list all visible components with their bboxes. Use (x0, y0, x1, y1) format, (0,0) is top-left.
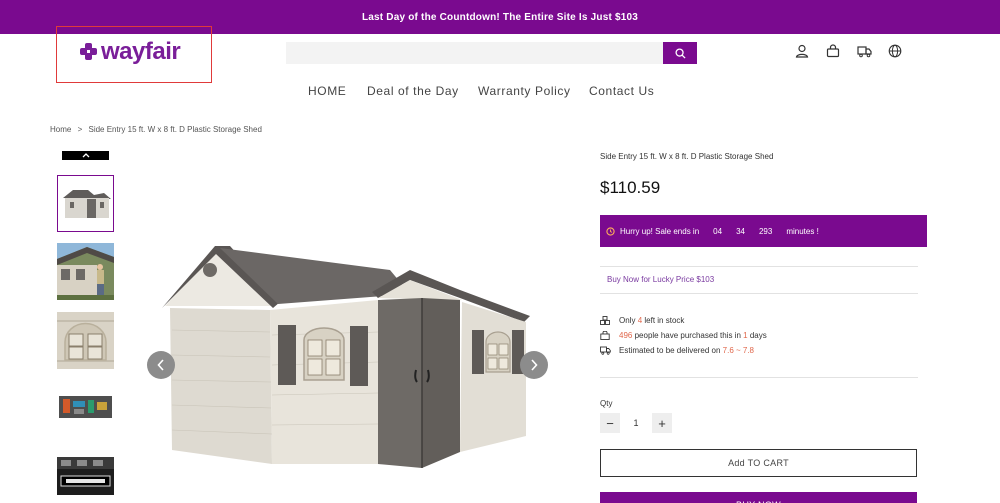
product-title: Side Entry 15 ft. W x 8 ft. D Plastic St… (600, 152, 774, 161)
gallery-next-button[interactable] (520, 351, 548, 379)
purchase-info: 496 people have purchased this in 1 days (600, 331, 767, 340)
basket-icon (600, 331, 610, 340)
quantity-label: Qty (600, 399, 613, 408)
sale-countdown: Hurry up! Sale ends in 04 34 293 minutes… (600, 215, 927, 247)
purchase-count: 496 (619, 331, 633, 340)
countdown-hours: 04 (713, 226, 723, 236)
truck-icon (856, 46, 872, 58)
boxes-icon (600, 316, 610, 325)
add-to-cart-button[interactable]: Add TO CART (600, 449, 917, 477)
shed-lifestyle-image (57, 243, 114, 300)
product-price: $110.59 (600, 178, 661, 197)
shopping-bag-icon (826, 44, 840, 58)
wayfair-logo-mark-icon (80, 43, 98, 61)
breadcrumb-current: Side Entry 15 ft. W x 8 ft. D Plastic St… (88, 125, 262, 134)
shed-window-image (57, 312, 114, 369)
thumbnails-up-button[interactable] (62, 151, 109, 160)
cart-button[interactable] (825, 43, 841, 59)
language-button[interactable] (887, 43, 903, 59)
main-product-image (162, 246, 530, 468)
stock-count: 4 (637, 316, 643, 325)
buy-now-button[interactable]: BUY NOW (600, 492, 917, 503)
quantity-value[interactable]: 1 (626, 418, 646, 428)
divider (600, 293, 918, 294)
purchase-days: 1 (743, 331, 748, 340)
lucky-price-text: Buy Now for Lucky Price $103 (607, 275, 715, 284)
thumbnail-shed-window[interactable] (57, 312, 114, 369)
nav-deal-of-the-day[interactable]: Deal of the Day (367, 84, 459, 98)
shed-tools-image (57, 378, 114, 435)
nav-home[interactable]: HOME (308, 84, 346, 98)
globe-icon (888, 44, 902, 58)
lifetime-brand-image (57, 446, 114, 503)
countdown-label: Hurry up! Sale ends in (620, 226, 700, 236)
thumbnail-shed-lifestyle[interactable] (57, 243, 114, 300)
order-tracking-button[interactable] (856, 43, 872, 59)
countdown-suffix: minutes ! (786, 226, 819, 236)
logo[interactable]: wayfair (80, 38, 181, 66)
thumbnail-shed-tools[interactable] (57, 378, 114, 435)
account-button[interactable] (794, 43, 810, 59)
chevron-right-icon (531, 359, 538, 371)
gallery-prev-button[interactable] (147, 351, 175, 379)
search-input[interactable] (286, 42, 664, 64)
countdown-minutes: 34 (736, 226, 745, 236)
announcement-text: Last Day of the Countdown! The Entire Si… (361, 11, 639, 23)
delivery-dates: 7.6 ~ 7.8 (722, 346, 754, 355)
countdown-millis: 293 (758, 226, 773, 236)
logo-text: wayfair (101, 38, 181, 65)
delivery-truck-icon (600, 346, 611, 355)
divider (600, 266, 918, 267)
clock-icon (606, 226, 615, 236)
nav-contact-us[interactable]: Contact Us (589, 84, 654, 98)
quantity-decrease-button[interactable]: − (600, 413, 620, 433)
delivery-info: Estimated to be delivered on 7.6 ~ 7.8 (600, 346, 754, 355)
search-button[interactable] (663, 42, 697, 64)
user-icon (795, 44, 809, 58)
thumbnail-lifetime-brand[interactable] (57, 446, 114, 503)
stock-info: Only 4 left in stock (600, 316, 684, 325)
chevron-left-icon (157, 359, 164, 371)
breadcrumb: Home > Side Entry 15 ft. W x 8 ft. D Pla… (50, 125, 266, 134)
chevron-up-icon (82, 153, 89, 158)
breadcrumb-home[interactable]: Home (50, 125, 71, 134)
thumbnail-shed-front[interactable] (57, 175, 114, 232)
divider (600, 377, 918, 378)
search-icon (674, 47, 686, 59)
quantity-increase-button[interactable]: + (652, 413, 672, 433)
nav-warranty-policy[interactable]: Warranty Policy (478, 84, 571, 98)
breadcrumb-separator: > (77, 125, 83, 134)
shed-thumbnail-image (58, 176, 113, 231)
